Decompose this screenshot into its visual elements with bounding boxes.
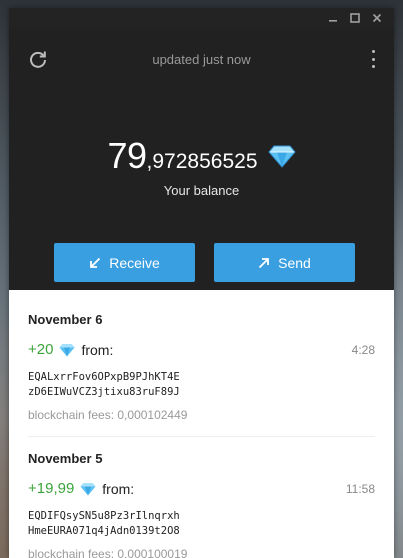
diamond-icon xyxy=(80,482,96,495)
transaction-item[interactable]: +19,99 from: 11:58 EQDIFQsySN5u8Pz3rIlnq… xyxy=(28,480,375,558)
dot-icon xyxy=(371,50,375,53)
receive-button[interactable]: Receive xyxy=(54,243,195,282)
blockchain-fees: blockchain fees: 0,000100019 xyxy=(28,547,188,558)
transaction-item[interactable]: +20 from: 4:28 EQALxrrFov6OPxpB9PJhKT4E … xyxy=(28,341,375,422)
send-label: Send xyxy=(278,254,311,271)
transaction-amount: +19,99 xyxy=(28,480,75,497)
maximize-button[interactable] xyxy=(344,8,366,28)
minimize-icon xyxy=(329,20,337,22)
close-button[interactable] xyxy=(366,8,388,28)
date-header: November 5 xyxy=(28,451,103,466)
arrow-down-left-icon xyxy=(90,257,101,268)
minimize-button[interactable] xyxy=(322,8,344,28)
address-line: zD6EIWuVCZ3jtixu83ruF89J xyxy=(28,386,180,398)
send-button[interactable]: Send xyxy=(214,243,355,282)
dot-icon xyxy=(371,65,375,68)
maximize-icon xyxy=(350,13,360,23)
diamond-icon xyxy=(267,145,296,168)
arrow-up-right-icon xyxy=(259,257,270,268)
transaction-direction: from: xyxy=(81,341,114,358)
transaction-time: 4:28 xyxy=(351,343,375,357)
transaction-time: 11:58 xyxy=(345,482,375,496)
wallet-window: updated just now 79 ,972856525 Your bala… xyxy=(9,8,394,558)
balance-fraction: ,972856525 xyxy=(146,150,258,173)
balance-label: Your balance xyxy=(163,183,240,198)
wallet-header: updated just now 79 ,972856525 Your bala… xyxy=(9,28,394,290)
sender-address[interactable]: EQDIFQsySN5u8Pz3rIlnqrxh HmeEURA071q4jAd… xyxy=(28,509,375,539)
address-line: EQALxrrFov6OPxpB9PJhKT4E xyxy=(28,371,180,383)
transaction-list: November 6 +20 from: 4:28 EQALxrrFov6OPx… xyxy=(9,290,394,558)
more-menu-button[interactable] xyxy=(370,50,376,68)
transaction-summary: +19,99 from: xyxy=(28,480,375,497)
balance-amount: 79 ,972856525 xyxy=(9,135,394,177)
diamond-icon xyxy=(59,343,75,356)
close-icon xyxy=(372,13,382,23)
blockchain-fees: blockchain fees: 0,000102449 xyxy=(28,408,188,422)
date-header: November 6 xyxy=(28,312,103,327)
sync-status: updated just now xyxy=(152,52,251,67)
transaction-amount: +20 xyxy=(28,341,54,358)
balance-integer: 79 xyxy=(107,135,148,176)
sender-address[interactable]: EQALxrrFov6OPxpB9PJhKT4E zD6EIWuVCZ3jtix… xyxy=(28,370,375,400)
dot-icon xyxy=(371,57,375,61)
receive-label: Receive xyxy=(109,254,160,271)
title-bar xyxy=(9,8,394,28)
transaction-direction: from: xyxy=(102,480,135,497)
transaction-summary: +20 from: xyxy=(28,341,375,358)
address-line: EQDIFQsySN5u8Pz3rIlnqrxh xyxy=(28,510,180,522)
address-line: HmeEURA071q4jAdn0139t2O8 xyxy=(28,525,180,537)
